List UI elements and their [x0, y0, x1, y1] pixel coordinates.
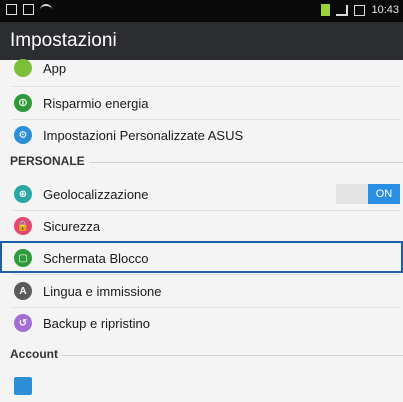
settings-item-app[interactable]: App — [0, 52, 403, 84]
asus-custom-icon: ⚙ — [14, 126, 32, 144]
signal-status-icon — [321, 4, 331, 16]
app-icon — [14, 59, 32, 77]
settings-item-label: Risparmio energia — [43, 95, 149, 111]
gallery-icon — [6, 4, 17, 15]
settings-item-security[interactable]: 🔒 Sicurezza — [0, 210, 403, 242]
section-header-account: Account — [0, 343, 403, 367]
page-title: Impostazioni — [10, 30, 117, 51]
toggle-off-side — [336, 184, 368, 204]
settings-item-partial[interactable] — [0, 370, 403, 402]
account-icon — [14, 377, 32, 395]
toggle-on-label: ON — [368, 184, 400, 204]
battery-save-icon: ⏼ — [14, 94, 32, 112]
settings-item-label: Lingua e immissione — [43, 283, 162, 299]
signal-icon — [336, 4, 349, 16]
section-header-personale: PERSONALE — [0, 150, 403, 174]
message-icon — [23, 4, 34, 15]
wifi-icon — [40, 4, 52, 14]
location-icon: ⊕ — [14, 185, 32, 203]
backup-icon: ↺ — [14, 314, 32, 332]
settings-item-label: Backup e ripristino — [43, 315, 150, 331]
settings-item-power-saving[interactable]: ⏼ Risparmio energia — [0, 87, 403, 119]
status-time: 10:43 — [371, 4, 399, 16]
settings-item-label: Geolocalizzazione — [43, 186, 149, 202]
section-title: PERSONALE — [10, 154, 89, 168]
language-icon: A — [14, 282, 32, 300]
settings-item-label: App — [43, 60, 67, 76]
settings-item-label: Sicurezza — [43, 218, 101, 234]
selected-item-highlight — [0, 241, 403, 273]
status-bar: 10:43 — [0, 0, 403, 22]
section-line — [10, 355, 403, 356]
settings-item-label: Impostazioni Personalizzate ASUS — [43, 127, 244, 143]
settings-item-asus-custom[interactable]: ⚙ Impostazioni Personalizzate ASUS — [0, 119, 403, 151]
location-toggle[interactable]: ON — [336, 184, 400, 204]
settings-item-language[interactable]: A Lingua e immissione — [0, 275, 403, 307]
section-title: Account — [10, 347, 62, 361]
battery-icon — [354, 4, 366, 16]
settings-item-backup[interactable]: ↺ Backup e ripristino — [0, 307, 403, 339]
lock-icon: 🔒 — [14, 217, 32, 235]
